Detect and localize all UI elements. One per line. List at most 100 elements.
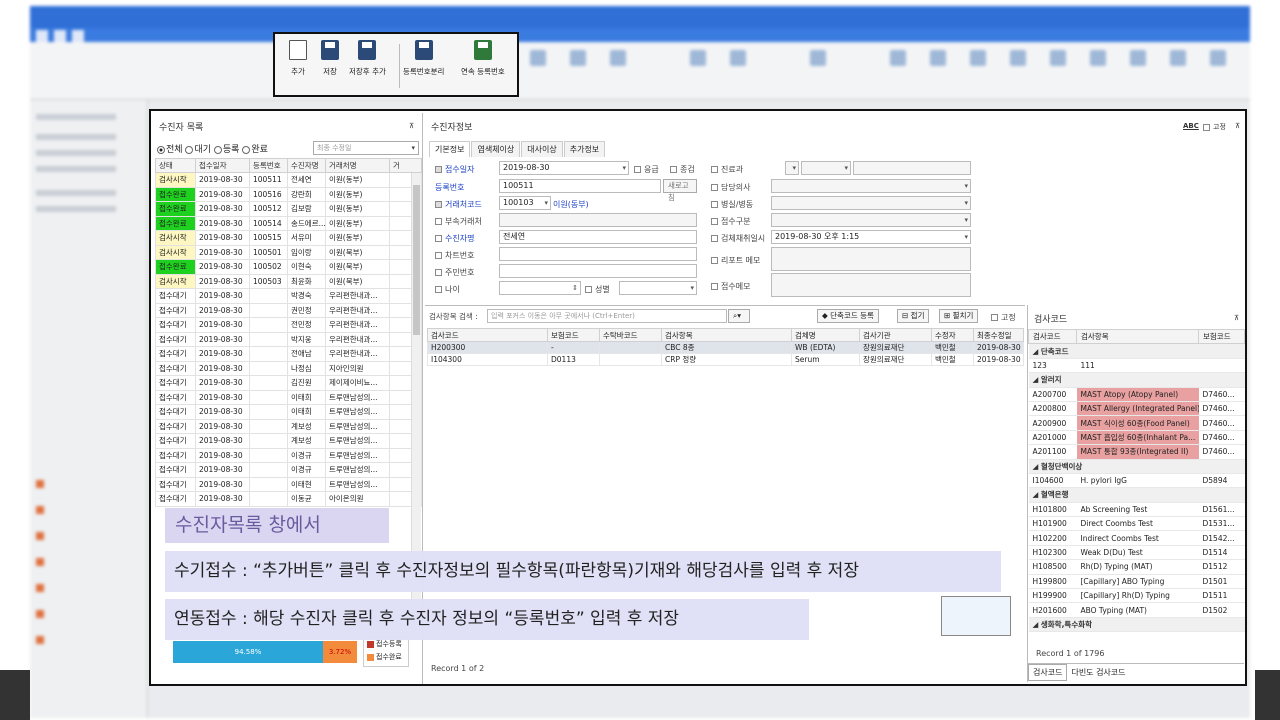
column-header[interactable]: 검사코드	[1028, 328, 1077, 345]
table-row[interactable]: 접수대기 2019-08-30 김진원 제이제이비뇨...	[155, 375, 422, 391]
urgent-checkbox[interactable]: 응급	[634, 164, 659, 175]
column-header[interactable]: 수진자명	[287, 158, 326, 173]
client-code-input[interactable]: 100103 ▾	[499, 196, 551, 210]
column-header[interactable]: 최종수정일	[973, 328, 1024, 342]
table-row[interactable]: A201100 MAST 통합 93종(Integrated II) D7460..…	[1028, 444, 1245, 460]
table-row[interactable]: A200700 MAST Atopy (Atopy Panel) D7460...	[1028, 387, 1245, 402]
age-input[interactable]: ⇕	[499, 281, 581, 295]
table-row[interactable]: I104600 H. pylori IgG D5894	[1028, 473, 1245, 489]
table-row[interactable]: 접수완료 2019-08-30 100512 김보람 이원(동부)	[155, 201, 422, 217]
table-row[interactable]: 접수대기 2019-08-30 이경규 트루맨남성의...	[155, 462, 422, 478]
filter-done-radio[interactable]: 완료	[242, 145, 268, 155]
save-button[interactable]: 저장	[321, 40, 339, 77]
table-row[interactable]: H101900 Direct Coombs Test D1531...	[1028, 516, 1245, 532]
sort-select[interactable]: 최종 수정일	[313, 141, 419, 155]
tab-basic[interactable]: 기본정보	[429, 141, 471, 157]
dept-select[interactable]: ▾	[801, 161, 851, 175]
table-row[interactable]: 접수대기 2019-08-30 박지웅 우리편한내과...	[155, 331, 422, 347]
table-row[interactable]: 접수대기 2019-08-30 이경규 트루맨남성의...	[155, 447, 422, 463]
refresh-reg-button[interactable]: 새로고침	[663, 179, 697, 202]
table-row[interactable]: 접수대기 2019-08-30 이태희 트루맨남성의...	[155, 404, 422, 420]
tab-extra[interactable]: 추가정보	[563, 141, 606, 157]
table-row[interactable]: 123 111	[1028, 358, 1245, 374]
table-row[interactable]: 접수대기 2019-08-30 이태현 트루맨남성의...	[155, 476, 422, 492]
table-row[interactable]: 접수대기 2019-08-30 전애남 우리편한내과...	[155, 346, 422, 362]
final-checkbox[interactable]: 종검	[670, 164, 695, 175]
table-row[interactable]: 검사시작 2019-08-30 100501 임이랑 이원(북부)	[155, 244, 422, 260]
column-header[interactable]: 보험코드	[1198, 328, 1245, 345]
pin-icon[interactable]: ⊼	[1235, 122, 1240, 130]
gender-select[interactable]: ▾	[619, 281, 697, 295]
test-search-input[interactable]: 입력 포커스 이동은 아무 곳에서나 (Ctrl+Enter)	[487, 309, 727, 323]
table-row[interactable]: 접수대기 2019-08-30 권민정 우리편한내과...	[155, 302, 422, 318]
table-row[interactable]: H108500 Rh(D) Typing (MAT) D1512	[1028, 559, 1245, 575]
reg-no-input[interactable]: 100511	[499, 179, 661, 193]
code-group-row[interactable]: ◢ 혈청단백이상	[1028, 459, 1245, 474]
table-row[interactable]: H102200 Indirect Coombs Test D1542...	[1028, 530, 1245, 546]
collapse-button[interactable]: ⊟ 접기	[897, 309, 930, 323]
table-row[interactable]: 접수완료 2019-08-30 100516 강란희 이원(동부)	[155, 186, 422, 202]
doctor-select[interactable]: ▾	[771, 179, 971, 193]
table-row[interactable]: 접수완료 2019-08-30 100514 송드에르... 이원(동부)	[155, 215, 422, 231]
table-row[interactable]: H200300- CBC 8종 WB (EDTA) 장원의료재단 백민철 2019-08-…	[427, 341, 1024, 354]
table-row[interactable]: 접수대기 2019-08-30 이태희 트루맨남성의...	[155, 389, 422, 405]
filter-registered-radio[interactable]: 등록	[213, 145, 239, 155]
shortcode-register-button[interactable]: ◆ 단축코드 등록	[817, 309, 879, 323]
table-row[interactable]: H199800 [Capillary] ABO Typing D1501	[1028, 574, 1245, 590]
patient-name-input[interactable]: 전세연	[499, 230, 697, 244]
fixed-checkbox[interactable]: 고정	[1203, 122, 1226, 132]
chart-no-input[interactable]	[499, 247, 697, 261]
code-group-row[interactable]: ◢ 단축코드	[1028, 343, 1245, 359]
table-row[interactable]: 접수대기 2019-08-30 박경숙 우리편한내과...	[155, 288, 422, 304]
column-header[interactable]: 검사항목	[1076, 328, 1199, 345]
table-row[interactable]: 접수대기 2019-08-30 이동균 아이온의원	[155, 491, 422, 507]
filter-waiting-radio[interactable]: 대기	[185, 145, 211, 155]
column-header[interactable]: 접수일자	[195, 158, 250, 173]
tab-chromosome[interactable]: 염색체이상	[471, 141, 521, 157]
code-group-row[interactable]: ◢ 혈액은행	[1028, 487, 1245, 503]
table-row[interactable]: H201600 ABO Typing (MAT) D1502	[1028, 602, 1245, 618]
dept-name-input[interactable]	[853, 161, 971, 175]
table-row[interactable]: 접수대기 2019-08-30 전민정 우리편한내과...	[155, 317, 422, 333]
table-row[interactable]: A200800 MAST Allergy (Integrated Panel) D7…	[1028, 401, 1245, 417]
column-header[interactable]: 검사기관	[859, 328, 932, 342]
table-row[interactable]: 검사시작 2019-08-30 100503 최윤화 이원(북부)	[155, 273, 422, 289]
tab-test-codes[interactable]: 검사코드	[1028, 664, 1068, 681]
receipt-date-input[interactable]: 2019-08-30 ▾	[499, 161, 629, 175]
resident-no-input[interactable]	[499, 264, 697, 278]
patient-list-scrollbar[interactable]	[411, 173, 421, 613]
dept-code-select[interactable]: ▾	[785, 161, 799, 175]
table-row[interactable]: 접수대기 2019-08-30 나정심 지아인의원	[155, 360, 422, 376]
table-row[interactable]: A200900 MAST 식이성 60종(Food Panel) D7460...	[1028, 415, 1245, 431]
save-add-button[interactable]: 저장후 추가	[349, 40, 386, 77]
spellcheck-icon[interactable]: ABC	[1183, 122, 1199, 130]
continuous-register-button[interactable]: 연속 등록번호	[461, 40, 505, 77]
table-row[interactable]: H101800 Ab Screening Test D1561...	[1028, 502, 1245, 518]
receipt-memo-input[interactable]	[771, 273, 971, 297]
sample-time-input[interactable]: 2019-08-30 오후 1:15 ▾	[771, 230, 971, 244]
tests-fixed-checkbox[interactable]: 고정	[991, 312, 1016, 323]
tab-frequent-codes[interactable]: 다빈도 검사코드	[1067, 665, 1129, 680]
table-row[interactable]: 접수대기 2019-08-30 계보성 트루맨남성의...	[155, 418, 422, 434]
pin-icon[interactable]: ⊼	[1234, 314, 1239, 322]
column-header[interactable]: 수탁바코드	[599, 328, 662, 342]
column-header[interactable]: 상태	[155, 158, 196, 173]
sub-client-input[interactable]	[499, 213, 697, 227]
column-header[interactable]: 검사항목	[661, 328, 792, 342]
table-row[interactable]: 접수대기 2019-08-30 계보성 트루맨남성의...	[155, 433, 422, 449]
column-header[interactable]: 보험코드	[547, 328, 600, 342]
table-row[interactable]: H102300 Weak D(Du) Test D1514	[1028, 545, 1245, 561]
ward-select[interactable]: ▾	[771, 196, 971, 210]
expand-button[interactable]: ⊞ 펼치기	[939, 309, 979, 323]
table-row[interactable]: I104300 D0113 CRP 정량 Serum 장원의료재단 백민철 2019-08-…	[427, 353, 1024, 366]
table-row[interactable]: 검사시작 2019-08-30 100515 서유미 이원(동부)	[155, 230, 422, 246]
add-button[interactable]: 추가	[289, 40, 307, 77]
report-memo-input[interactable]	[771, 247, 971, 271]
column-header[interactable]: 수정자	[931, 328, 974, 342]
column-header[interactable]: 검체명	[791, 328, 860, 342]
search-icon[interactable]: ⌕▾	[728, 309, 750, 323]
receipt-type-select[interactable]: ▾	[771, 213, 971, 227]
table-row[interactable]: A201000 MAST 흡입성 60종(Inhalant Pa... D7460.…	[1028, 430, 1245, 446]
table-row[interactable]: 접수완료 2019-08-30 100502 이현숙 이원(북부)	[155, 259, 422, 275]
tab-metabolic[interactable]: 대사이상	[521, 141, 563, 157]
